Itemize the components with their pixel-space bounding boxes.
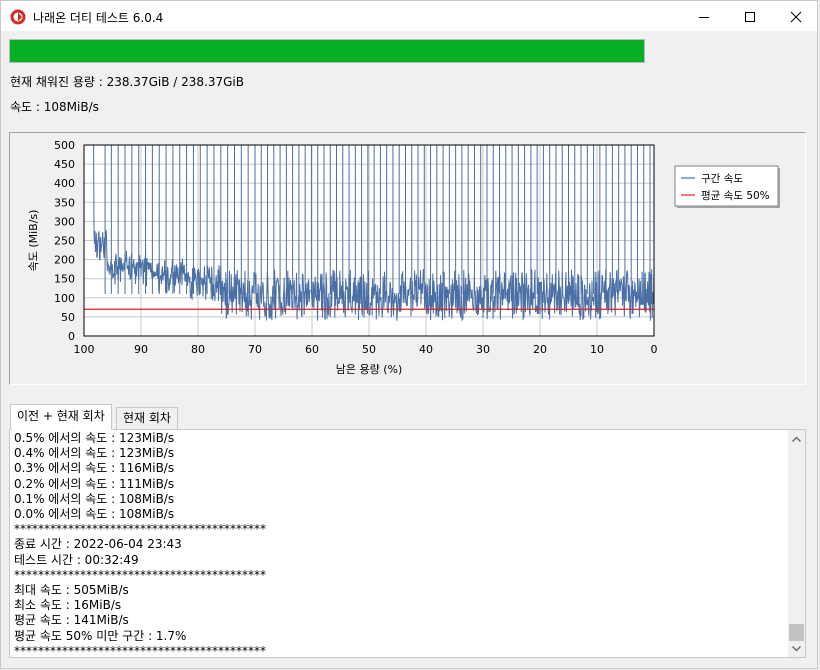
y-axis-label: 속도 (MiB/s) (27, 210, 40, 272)
chevron-down-icon (792, 645, 801, 651)
log-line: ****************************************… (14, 643, 266, 658)
y-tick-label: 50 (61, 311, 75, 324)
chevron-up-icon (792, 436, 801, 442)
close-button[interactable] (773, 1, 819, 32)
x-tick-label: 0 (651, 343, 658, 356)
log-line: 0.5% 에서의 속도 : 123MiB/s (14, 431, 175, 445)
progress-fill (10, 40, 644, 62)
y-tick-label: 500 (54, 139, 75, 152)
y-tick-label: 100 (54, 292, 75, 305)
log-line: 최대 속도 : 505MiB/s (14, 583, 129, 598)
log-lines: 0.5% 에서의 속도 : 123MiB/s 0.4% 에서의 속도 : 123M… (14, 431, 266, 658)
x-tick-label: 100 (74, 343, 95, 356)
log-scrollbar[interactable] (788, 430, 805, 657)
log-line: 테스트 시간 : 00:32:49 (14, 552, 139, 567)
log-line: 0.4% 에서의 속도 : 123MiB/s (14, 446, 175, 461)
x-tick-label: 90 (134, 343, 148, 356)
log-line: ****************************************… (14, 567, 266, 582)
scroll-up-button[interactable] (788, 430, 805, 447)
maximize-button[interactable] (727, 1, 773, 32)
x-tick-label: 80 (191, 343, 205, 356)
fill-progress-bar (9, 39, 645, 63)
y-tick-label: 200 (54, 254, 75, 267)
chart-legend: 구간 속도평균 속도 50% (674, 165, 780, 208)
legend-shadow (677, 206, 780, 208)
log-textbox[interactable]: 0.5% 에서의 속도 : 123MiB/s 0.4% 에서의 속도 : 123M… (9, 429, 806, 658)
close-icon (790, 11, 802, 22)
scroll-down-button[interactable] (788, 640, 805, 657)
x-tick-label: 70 (248, 343, 262, 356)
log-line: 0.0% 에서의 속도 : 108MiB/s (14, 507, 175, 522)
y-tick-label: 0 (68, 330, 75, 343)
title-bar: 나래온 더티 테스트 6.0.4 (0, 0, 818, 31)
log-line: ****************************************… (14, 522, 266, 537)
log-line: 평균 속도 : 141MiB/s (14, 613, 129, 628)
legend-shadow (778, 168, 780, 208)
minimize-icon (699, 16, 709, 18)
log-line: 0.2% 에서의 속도 : 111MiB/s (14, 476, 175, 491)
speed-chart-panel: 0 50 100 150 200 250 300 350 400 450 500 100 90 80 70 6… (9, 132, 806, 385)
log-line: 최소 속도 : 16MiB/s (14, 598, 122, 613)
y-tick-label: 350 (54, 196, 75, 209)
y-tick-label: 150 (54, 273, 75, 286)
log-line: 평균 속도 50% 미만 구간 : 1.7% (14, 628, 187, 643)
y-tick-label: 450 (54, 158, 75, 171)
legend-label: 구간 속도 (701, 173, 743, 185)
x-tick-label: 50 (362, 343, 376, 356)
x-axis-label: 남은 용량 (%) (336, 363, 403, 376)
speed-chart: 050100150200250300350400450500100 90 80 70 6… (27, 139, 780, 376)
scroll-thumb[interactable] (789, 624, 804, 641)
speed-text: 속도 : 108MiB/s (10, 100, 99, 114)
log-line: 종료 시간 : 2022-06-04 23:43 (14, 537, 182, 552)
window-title: 나래온 더티 테스트 6.0.4 (33, 11, 164, 25)
x-tick-label: 60 (305, 343, 319, 356)
x-tick-label: 10 (590, 343, 604, 356)
x-tick-label: 20 (533, 343, 547, 356)
capacity-text: 현재 채워진 용량 : 238.37GiB / 238.37GiB (10, 75, 244, 89)
y-tick-label: 300 (54, 215, 75, 228)
log-line: 0.1% 에서의 속도 : 108MiB/s (14, 491, 175, 506)
x-tick-label: 40 (419, 343, 433, 356)
app-icon (10, 9, 26, 25)
x-tick-label: 30 (476, 343, 490, 356)
legend-label: 평균 속도 50% (701, 190, 770, 202)
tab-current[interactable]: 현재 회차 (116, 407, 178, 429)
maximize-icon (745, 11, 755, 22)
minimize-button[interactable] (681, 1, 727, 32)
y-tick-label: 400 (54, 177, 75, 190)
tab-previous-and-current[interactable]: 이전 + 현재 회차 (10, 404, 112, 430)
y-tick-label: 250 (54, 235, 75, 248)
log-line: 0.3% 에서의 속도 : 116MiB/s (14, 461, 175, 476)
